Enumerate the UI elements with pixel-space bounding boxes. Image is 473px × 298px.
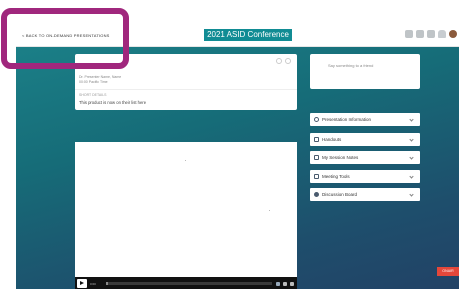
accordion-label: My Session Notes xyxy=(322,155,359,160)
chat-panel: Say something to a friend xyxy=(310,54,420,89)
session-description: This product is now on their list here xyxy=(79,100,147,105)
accordion-my-session-notes[interactable]: My Session Notes xyxy=(310,151,420,164)
info-icon xyxy=(314,117,319,122)
accordion-label: Discussion Board xyxy=(322,192,358,197)
chevron-down-icon xyxy=(410,118,414,122)
top-icons xyxy=(405,30,457,38)
divider xyxy=(75,89,297,90)
video-player: 0:00 xyxy=(75,142,297,289)
main-stage: Dr. Presenter Name, Name 00:00 Pacific T… xyxy=(16,47,459,289)
card-actions xyxy=(276,58,291,64)
play-button[interactable] xyxy=(77,279,87,288)
conference-title: 2021 ASID Conference xyxy=(204,29,292,41)
video-canvas[interactable] xyxy=(75,142,297,277)
video-artifact xyxy=(269,210,270,211)
user-avatar[interactable] xyxy=(449,30,457,38)
video-progress-fill xyxy=(106,282,108,285)
on-air-badge: ONAIR xyxy=(437,267,459,276)
document-icon xyxy=(314,137,319,142)
chat-icon[interactable] xyxy=(416,30,424,38)
short-details-label: Short Details xyxy=(79,93,107,97)
accordion-label: Meeting Tools xyxy=(322,174,350,179)
accordion-label: Handouts xyxy=(322,137,342,142)
accordion-presentation-information[interactable]: Presentation Information xyxy=(310,113,420,126)
video-time: 0:00 xyxy=(90,281,96,286)
participants-icon[interactable] xyxy=(405,30,413,38)
tools-icon xyxy=(314,174,319,179)
settings-icon[interactable] xyxy=(283,281,287,286)
notifications-icon[interactable] xyxy=(438,30,446,38)
discussion-icon xyxy=(314,192,319,197)
fullscreen-icon[interactable] xyxy=(290,281,294,286)
notes-icon xyxy=(314,155,319,160)
speakers-text: Dr. Presenter Name, Name 00:00 Pacific T… xyxy=(79,75,121,85)
volume-icon[interactable] xyxy=(276,281,280,286)
video-artifact xyxy=(185,160,186,161)
chevron-down-icon xyxy=(410,156,414,160)
chevron-down-icon xyxy=(410,193,414,197)
agenda-icon[interactable] xyxy=(427,30,435,38)
accordion-handouts[interactable]: Handouts xyxy=(310,133,420,146)
accordion-meeting-tools[interactable]: Meeting Tools xyxy=(310,170,420,183)
share-icon[interactable] xyxy=(276,58,282,64)
highlight-annotation xyxy=(1,8,129,69)
accordion-label: Presentation Information xyxy=(322,117,372,122)
accordion-discussion-board[interactable]: Discussion Board xyxy=(310,188,420,201)
video-progress-bar[interactable] xyxy=(106,282,272,285)
video-controls: 0:00 xyxy=(75,277,297,289)
chevron-down-icon xyxy=(410,175,414,179)
time-line: 00:00 Pacific Time xyxy=(79,80,108,84)
chevron-down-icon xyxy=(410,138,414,142)
chat-input[interactable]: Say something to a friend xyxy=(328,63,373,68)
favorite-icon[interactable] xyxy=(285,58,291,64)
